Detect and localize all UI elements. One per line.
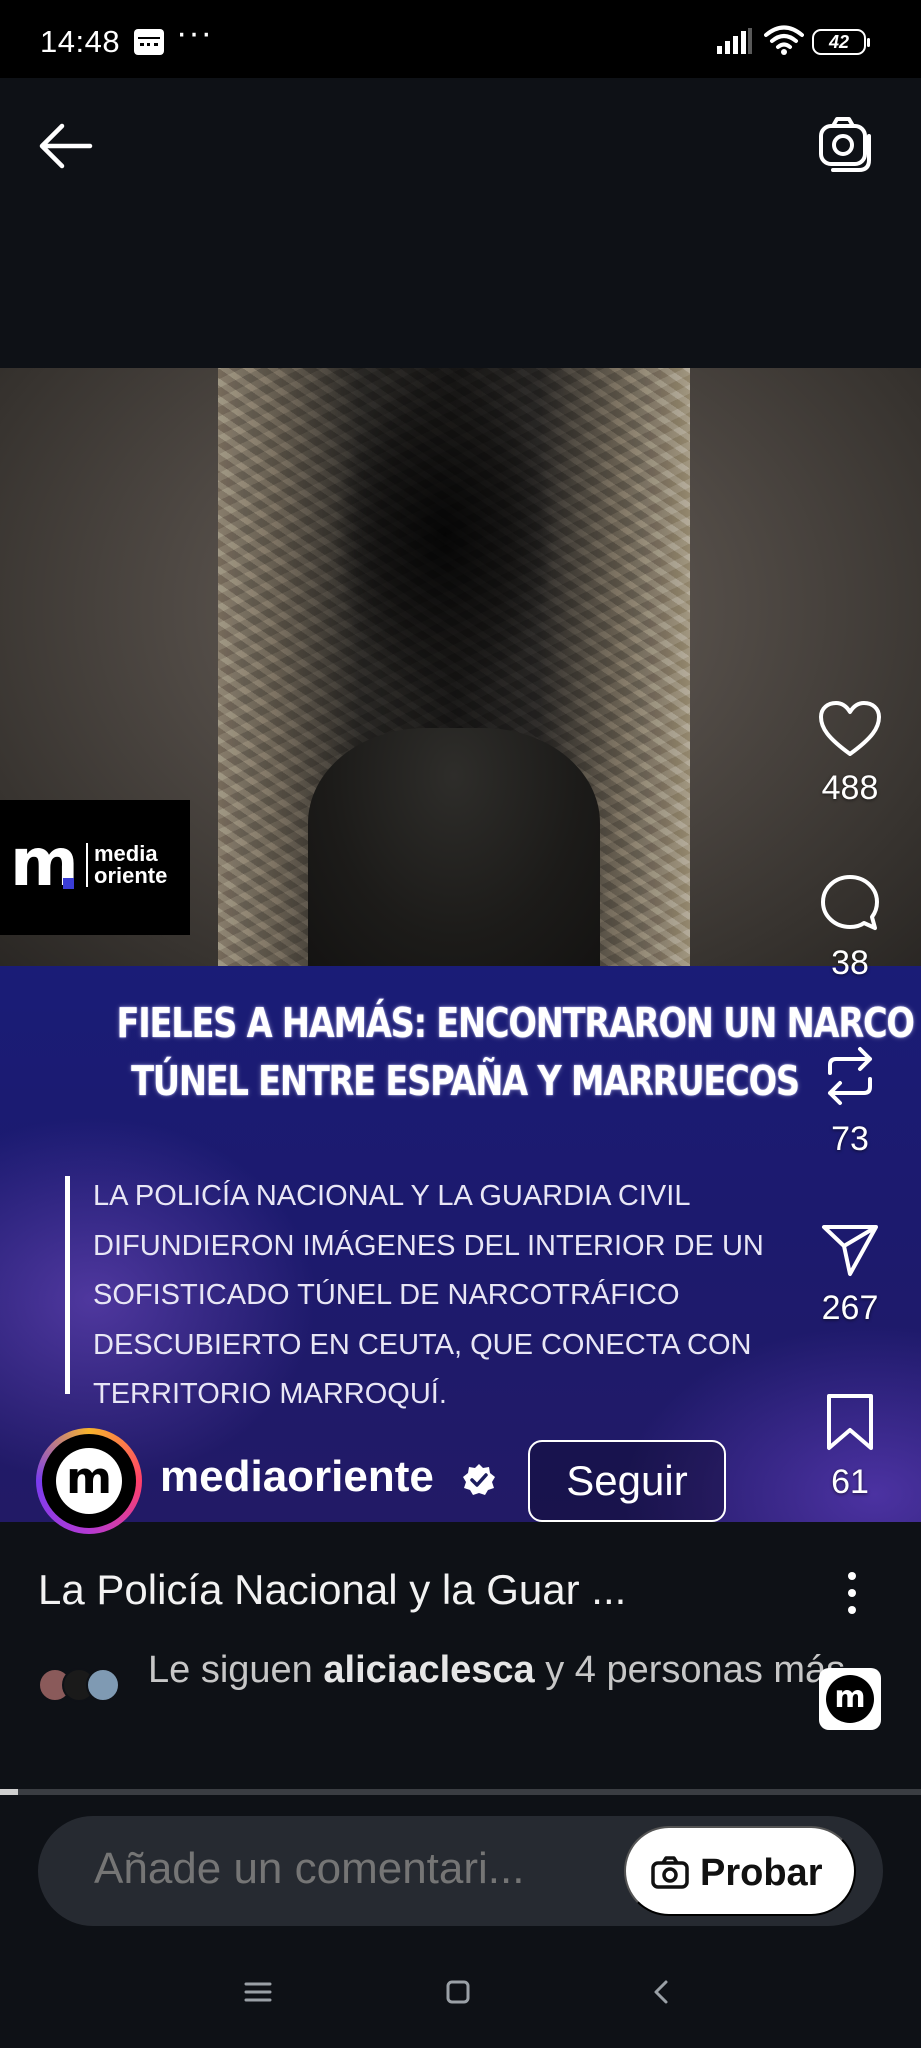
more-options-icon[interactable] [832,1568,872,1618]
send-icon[interactable] [820,1222,880,1278]
video-body-text: LA POLICÍA NACIONAL Y LA GUARDIA CIVIL D… [93,1180,764,1410]
bookmark-icon[interactable] [825,1392,875,1452]
camera-icon [651,1856,689,1889]
repost-action[interactable]: 73 [800,1043,900,1159]
repost-icon[interactable] [820,1043,880,1109]
followed-by[interactable]: Le siguen aliciaclesca y 4 personas más [38,1648,888,1738]
like-action[interactable]: 488 [800,700,900,808]
system-navigation-bar [0,1952,921,2048]
verified-badge-icon [463,1464,495,1495]
signal-icon [717,28,752,54]
comment-bar: Probar [38,1816,883,1926]
followed-by-text: Le siguen aliciaclesca y 4 personas más [148,1649,846,1691]
media-oriente-logo: m media oriente [0,800,190,935]
comment-bubble-icon[interactable] [819,873,881,933]
battery-icon: 42 [812,29,870,55]
tunnel-video-frame [218,368,690,966]
comment-action[interactable]: 38 [800,873,900,983]
audio-source-thumbnail[interactable]: m [819,1668,881,1730]
back-arrow-icon[interactable] [36,118,96,174]
author-name[interactable]: mediaoriente [160,1452,434,1502]
save-action[interactable]: 61 [800,1392,900,1502]
comment-count: 38 [831,944,869,982]
headline-banner: FIELES A HAMÁS: ENCONTRARON UN NARCO TÚN… [0,966,921,1522]
like-count: 488 [821,769,879,807]
post-caption[interactable]: La Policía Nacional y la Guar ... [38,1566,626,1614]
status-time: 14:48 [40,24,121,59]
home-icon[interactable] [438,1972,478,2012]
calendar-icon [134,29,164,55]
author-avatar[interactable]: m [36,1428,142,1534]
status-bar: 14:48 ··· 42 [0,0,921,78]
menu-icon[interactable] [238,1972,278,2012]
follower-avatar [86,1668,120,1702]
camera-icon[interactable] [815,114,877,176]
try-camera-button[interactable]: Probar [624,1826,856,1916]
save-count: 61 [831,1463,869,1501]
video-progress-fill [0,1789,19,1795]
back-icon[interactable] [642,1972,682,2012]
more-notifications-icon: ··· [176,14,213,52]
repost-count: 73 [831,1120,869,1158]
follow-button[interactable]: Seguir [528,1440,726,1522]
share-action[interactable]: 267 [800,1222,900,1328]
share-count: 267 [821,1289,879,1327]
video-progress-bar[interactable] [0,1789,921,1795]
video-headline: FIELES A HAMÁS: ENCONTRARON UN NARCO TÚN… [116,999,916,1105]
reel-video[interactable]: m media oriente FIELES A HAMÁS: ENCONTRA… [0,368,921,1522]
wifi-icon [764,25,804,55]
comment-input[interactable] [94,1844,594,1894]
heart-icon[interactable] [818,700,882,758]
quote-bar [65,1176,70,1394]
